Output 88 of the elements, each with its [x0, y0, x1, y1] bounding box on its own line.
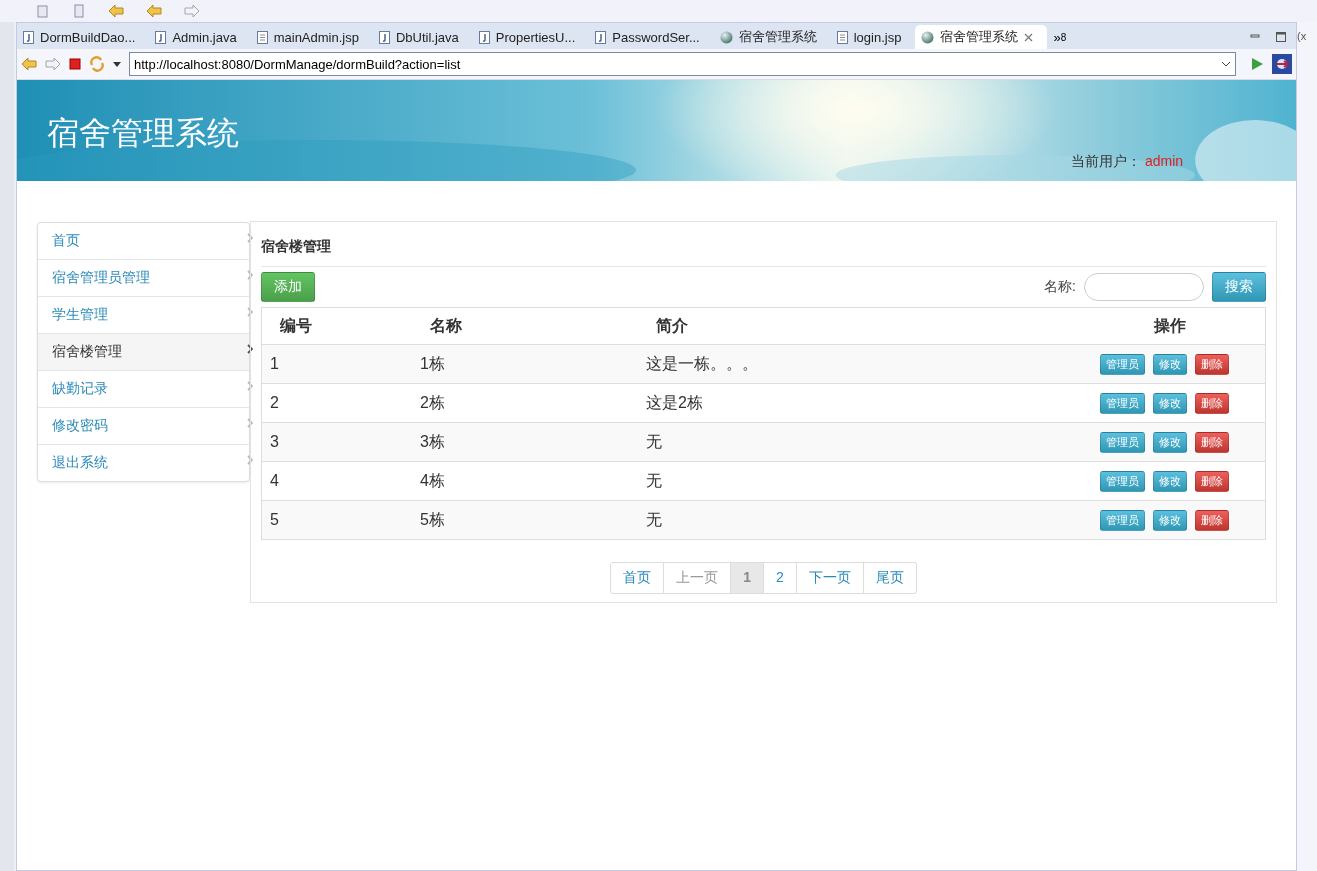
- action-button[interactable]: 修改: [1153, 470, 1187, 492]
- table-cell: 5栋: [412, 500, 638, 540]
- maximize-icon[interactable]: [1276, 32, 1286, 42]
- sidebar-item[interactable]: 缺勤记录: [38, 370, 249, 407]
- column-header: 简介: [638, 307, 1064, 345]
- document-icon: [836, 30, 848, 44]
- table-cell: 无: [638, 500, 1064, 540]
- table-cell: 1栋: [412, 344, 638, 384]
- go-icon[interactable]: [1250, 57, 1264, 71]
- back-arrow-icon[interactable]: [21, 57, 37, 71]
- table-cell: 无: [638, 422, 1064, 462]
- search-field[interactable]: [1084, 273, 1204, 301]
- editor-tab[interactable]: PropertiesU...: [472, 25, 590, 49]
- java-file-icon: [478, 30, 490, 44]
- globe-icon: [719, 30, 733, 44]
- chevron-icon: [247, 344, 253, 354]
- page-link[interactable]: 尾页: [863, 562, 917, 594]
- delete-button[interactable]: 删除: [1195, 509, 1229, 531]
- forward-arrow-icon[interactable]: [45, 57, 61, 71]
- java-file-icon: [378, 30, 390, 44]
- site-title: 宿舍管理系统: [47, 114, 239, 153]
- table-cell: 1: [261, 344, 412, 384]
- refresh-icon[interactable]: [89, 56, 105, 72]
- action-button[interactable]: 管理员: [1100, 509, 1145, 531]
- editor-tab[interactable]: DormBuildDao...: [17, 25, 150, 49]
- back-arrow-icon[interactable]: [108, 4, 124, 18]
- editor-tab[interactable]: mainAdmin.jsp: [250, 25, 373, 49]
- page-link[interactable]: 1: [731, 562, 764, 594]
- delete-button[interactable]: 删除: [1195, 392, 1229, 414]
- page-link[interactable]: 2: [764, 562, 797, 594]
- action-button[interactable]: 管理员: [1100, 353, 1145, 375]
- toolbar-icon[interactable]: [72, 4, 86, 18]
- column-header: 操作: [1064, 307, 1266, 345]
- delete-button[interactable]: 删除: [1195, 470, 1229, 492]
- sidebar-item[interactable]: 修改密码: [38, 407, 249, 444]
- open-browser-icon[interactable]: [1272, 54, 1292, 74]
- editor-tab[interactable]: Admin.java: [149, 25, 251, 49]
- url-field[interactable]: http://localhost:8080/DormManage/dormBuild?action=list: [129, 52, 1236, 76]
- page-link[interactable]: 下一页: [796, 562, 864, 594]
- table-cell: 这是一栋。。。: [638, 344, 1064, 384]
- java-file-icon: [595, 30, 607, 44]
- globe-icon: [921, 30, 935, 44]
- sidebar-item[interactable]: 退出系统: [38, 444, 249, 481]
- forward-arrow-icon[interactable]: [184, 4, 200, 18]
- current-user-label: 当前用户：: [1071, 153, 1141, 171]
- delete-button[interactable]: 删除: [1195, 353, 1229, 375]
- close-icon[interactable]: [1024, 32, 1034, 42]
- chevron-icon: [247, 418, 253, 428]
- chevron-icon: [247, 307, 253, 317]
- editor-tab[interactable]: login.jsp: [830, 25, 916, 49]
- table-cell: 5: [261, 500, 412, 540]
- chevron-icon: [247, 381, 253, 391]
- column-header: 名称: [412, 307, 638, 345]
- sidebar-item[interactable]: 首页: [38, 223, 249, 259]
- stop-icon[interactable]: [69, 58, 81, 70]
- toolbar-icon[interactable]: [36, 4, 50, 18]
- action-button[interactable]: 管理员: [1100, 470, 1145, 492]
- table-cell: 3: [261, 422, 412, 462]
- add-button[interactable]: 添加: [261, 272, 315, 302]
- back-arrow-icon[interactable]: [146, 4, 162, 18]
- action-button[interactable]: 修改: [1153, 392, 1187, 414]
- caret-icon[interactable]: [113, 61, 121, 67]
- action-button[interactable]: 修改: [1153, 353, 1187, 375]
- document-icon: [256, 30, 268, 44]
- panel-title: 宿舍楼管理: [261, 222, 1266, 267]
- action-button[interactable]: 修改: [1153, 509, 1187, 531]
- java-file-icon: [23, 30, 34, 44]
- chevron-icon: [247, 270, 253, 280]
- column-header: 编号: [261, 307, 412, 345]
- dropdown-caret-icon[interactable]: [1221, 61, 1231, 67]
- table-cell: 3栋: [412, 422, 638, 462]
- action-button[interactable]: 管理员: [1100, 392, 1145, 414]
- editor-tab[interactable]: PasswordSer...: [589, 25, 714, 49]
- editor-tab[interactable]: DbUtil.java: [372, 25, 473, 49]
- action-button[interactable]: 管理员: [1100, 431, 1145, 453]
- action-button[interactable]: 修改: [1153, 431, 1187, 453]
- chevron-icon: [247, 233, 253, 243]
- java-file-icon: [155, 30, 167, 44]
- current-user-name: admin: [1145, 153, 1184, 171]
- sidebar-item[interactable]: 宿舍管理员管理: [38, 259, 249, 296]
- page-link[interactable]: 首页: [610, 562, 665, 594]
- editor-tab[interactable]: 宿舍管理系统: [713, 25, 831, 49]
- search-label: 名称:: [1044, 278, 1076, 296]
- search-button[interactable]: 搜索: [1212, 272, 1266, 302]
- side-view-tab[interactable]: (x: [1297, 30, 1307, 42]
- delete-button[interactable]: 删除: [1195, 431, 1229, 453]
- editor-tab[interactable]: 宿舍管理系统: [915, 25, 1048, 49]
- chevron-icon: [247, 455, 253, 465]
